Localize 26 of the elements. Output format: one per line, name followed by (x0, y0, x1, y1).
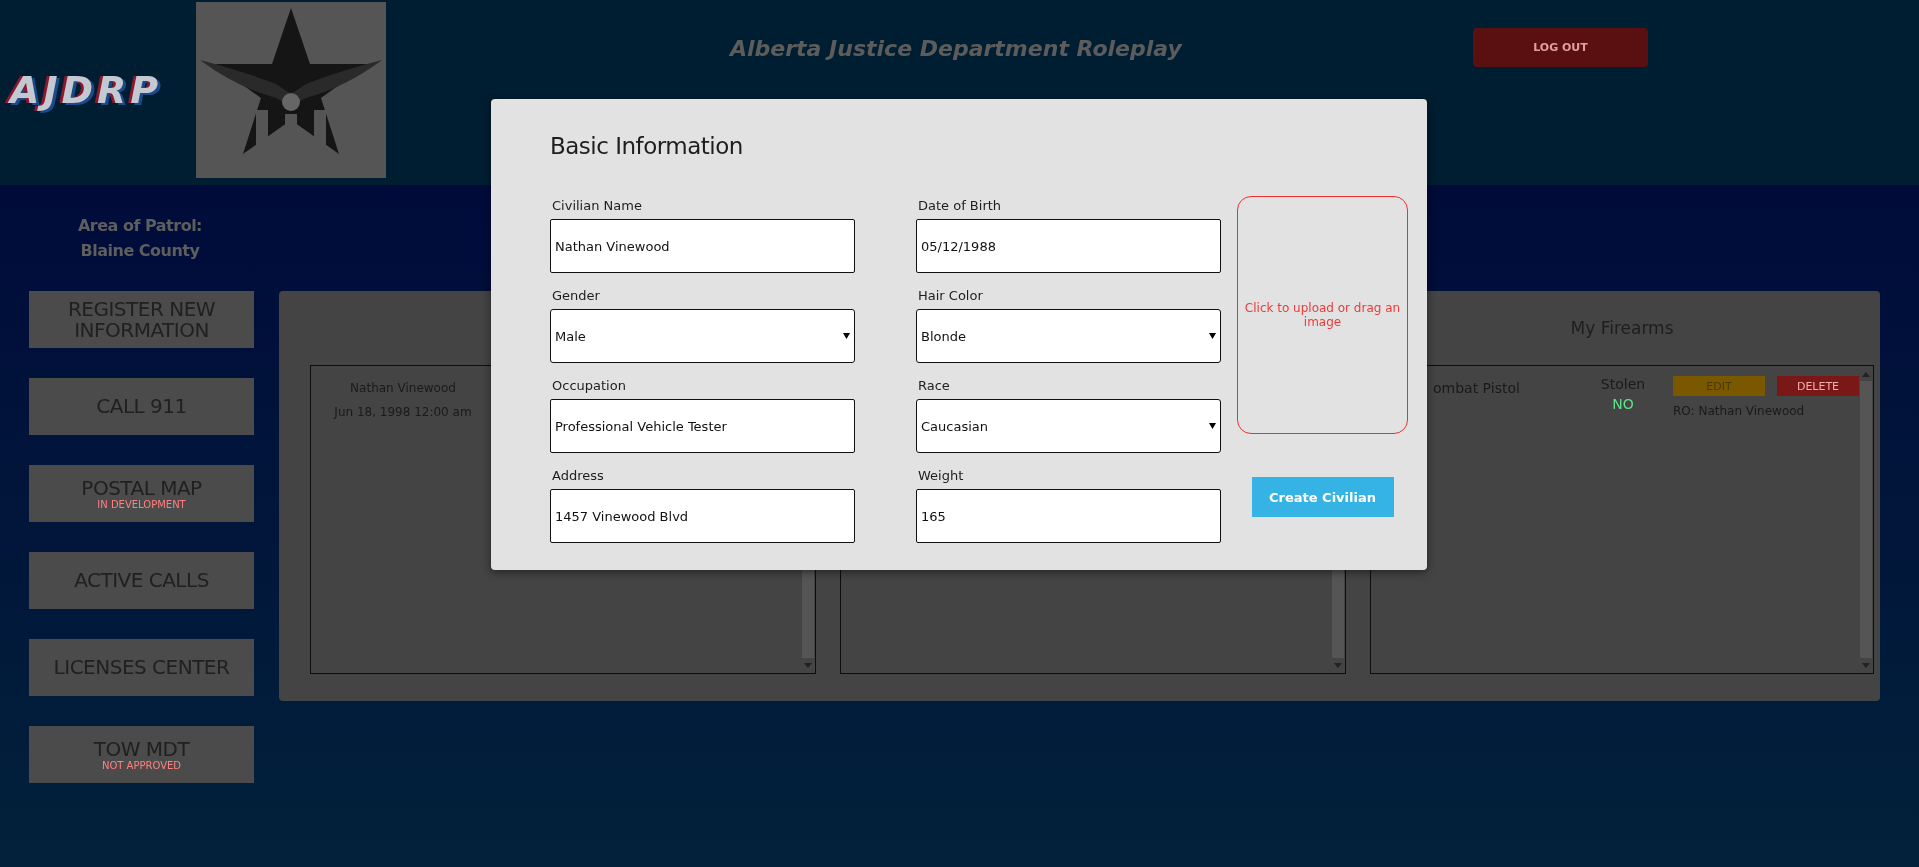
patrol-label: Area of Patrol: (77, 215, 203, 237)
field-label: Civilian Name (551, 198, 643, 215)
select-field[interactable]: Blonde (916, 309, 1221, 363)
status-note: NOT APPROVED (101, 759, 181, 771)
select-field[interactable]: Caucasian (916, 399, 1221, 453)
field-label: Hair Color (917, 288, 984, 305)
field-label: Weight (917, 468, 965, 485)
field-label: Address (551, 468, 605, 485)
status-note: IN DEVELOPMENT (97, 498, 186, 510)
input-field[interactable]: 1457 Vinewood Blvd (550, 489, 855, 543)
select-field[interactable]: Male (550, 309, 855, 363)
site-title: Alberta Justice Department Roleplay (730, 36, 1184, 61)
modal-heading: Basic Information (550, 133, 744, 161)
field-label: Race (917, 378, 951, 395)
field-label: Gender (551, 288, 601, 305)
logout-button[interactable]: LOG OUT (1473, 28, 1648, 67)
input-field[interactable]: Nathan Vinewood (550, 219, 855, 273)
input-field[interactable]: 165 (916, 489, 1221, 543)
delete-button[interactable]: DELETE (1777, 376, 1859, 396)
input-field[interactable]: 05/12/1988 (916, 219, 1221, 273)
upload-dropzone[interactable]: Click to upload or drag an image (1237, 196, 1408, 434)
stolen-value: NO (1611, 396, 1635, 412)
patrol-value: Blaine County (79, 240, 201, 262)
input-field[interactable]: Professional Vehicle Tester (550, 399, 855, 453)
field-label: Date of Birth (917, 198, 1003, 215)
field-label: Occupation (551, 378, 627, 395)
